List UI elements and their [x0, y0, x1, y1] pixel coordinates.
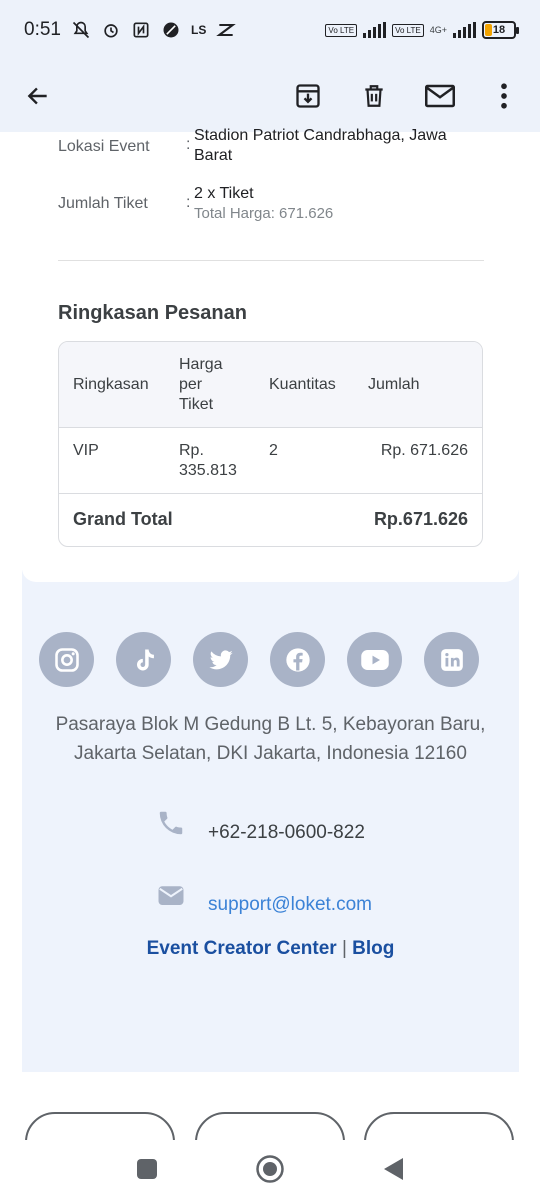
link-separator: | — [341, 938, 347, 959]
grand-total-row: Grand Total Rp.671.626 — [59, 494, 482, 546]
summary-title: Ringkasan Pesanan — [58, 302, 247, 324]
location-label: Lokasi Event — [58, 138, 150, 155]
email-footer: Pasaraya Blok M Gedung B Lt. 5, Kebayora… — [22, 570, 519, 1072]
tickets-label: Jumlah Tiket — [58, 195, 148, 212]
trash-icon — [365, 85, 383, 107]
twitter-link[interactable] — [193, 632, 248, 687]
alarm-icon — [104, 24, 118, 38]
tickets-value-group: 2 x Tiket Total Harga: 671.626 — [194, 184, 474, 224]
tickets-row: Jumlah Tiket : 2 x Tiket Total Harga: 67… — [58, 184, 474, 224]
tiktok-icon — [136, 649, 154, 670]
signal-icon-2 — [453, 22, 476, 38]
blog-link[interactable]: Blog — [352, 938, 394, 959]
envelope-icon — [158, 886, 184, 905]
phone-row: +62-218-0600-822 — [156, 802, 365, 844]
reply-pill[interactable] — [25, 1112, 175, 1142]
colon: : — [186, 136, 191, 153]
row-qty: 2 — [269, 442, 278, 459]
grand-total-value: Rp.671.626 — [373, 509, 468, 529]
footer-links: Event Creator Center | Blog — [22, 938, 519, 960]
header-kuantitas: Kuantitas — [269, 376, 336, 393]
more-vert-icon — [501, 83, 507, 109]
home-circle-icon — [256, 1155, 284, 1183]
tickets-value: 2 x Tiket — [194, 185, 254, 202]
more-button[interactable] — [482, 74, 526, 118]
volte-badge-1: Vo LTE — [325, 23, 358, 37]
mail-icon — [425, 84, 455, 108]
row-name: VIP — [73, 442, 99, 459]
header-jumlah: Jumlah — [368, 376, 420, 393]
nfc-icon — [133, 22, 149, 38]
instagram-icon — [54, 647, 79, 672]
mute-icon — [72, 21, 90, 39]
status-time: 0:51 — [24, 19, 61, 40]
reply-all-pill[interactable] — [195, 1112, 345, 1142]
youtube-link[interactable] — [347, 632, 402, 687]
back-nav-button[interactable] — [378, 1154, 408, 1184]
back-button[interactable] — [16, 74, 60, 118]
location-value: Stadion Patriot Candrabhaga, Jawa Barat — [194, 127, 447, 164]
grand-total-label: Grand Total — [73, 509, 173, 529]
mail-toolbar — [0, 60, 540, 132]
archive-button[interactable] — [286, 74, 330, 118]
back-triangle-icon — [384, 1158, 403, 1180]
ls-icon: LS — [190, 23, 207, 37]
youtube-icon — [360, 649, 389, 670]
social-links — [39, 632, 479, 687]
linkedin-icon — [440, 648, 463, 671]
email-row: support@loket.com — [156, 874, 372, 916]
address-line-2: Jakarta Selatan, DKI Jakarta, Indonesia … — [74, 743, 467, 764]
support-email-link[interactable]: support@loket.com — [208, 894, 372, 916]
status-bar: 0:51 LS Vo LTE Vo LTE 4G+ 18 — [0, 0, 540, 60]
forward-pill[interactable] — [364, 1112, 514, 1142]
square-icon — [137, 1159, 157, 1179]
address-line-1: Pasaraya Blok M Gedung B Lt. 5, Kebayora… — [55, 714, 486, 735]
row-amount: Rp. 671.626 — [380, 442, 468, 459]
colon: : — [186, 194, 191, 211]
status-left-icons: LS — [71, 20, 237, 40]
linkedin-link[interactable] — [424, 632, 479, 687]
battery-icon: 18 — [482, 21, 519, 39]
table-header: Ringkasan Harga per Tiket Kuantitas Juml… — [59, 342, 482, 428]
status-right-icons: Vo LTE Vo LTE 4G+ 18 — [325, 21, 519, 39]
archive-icon — [296, 84, 320, 108]
header-harga: Harga per Tiket — [179, 356, 223, 413]
dnd-icon — [163, 22, 179, 38]
app-icon — [216, 23, 237, 37]
location-row: Lokasi Event : Stadion Patriot Candrabha… — [58, 126, 474, 166]
tiktok-link[interactable] — [116, 632, 171, 687]
company-address: Pasaraya Blok M Gedung B Lt. 5, Kebayora… — [22, 710, 519, 768]
facebook-link[interactable] — [270, 632, 325, 687]
back-arrow-icon — [27, 87, 47, 105]
summary-table: Ringkasan Harga per Tiket Kuantitas Juml… — [58, 341, 483, 547]
event-creator-link[interactable]: Event Creator Center — [147, 938, 337, 959]
phone-icon — [159, 811, 183, 835]
instagram-link[interactable] — [39, 632, 94, 687]
home-button[interactable] — [255, 1154, 285, 1184]
header-ringkasan: Ringkasan — [73, 376, 149, 393]
phone-number[interactable]: +62-218-0600-822 — [208, 822, 365, 844]
mark-unread-button[interactable] — [418, 74, 462, 118]
volte-badge-2: Vo LTE — [392, 23, 424, 37]
delete-button[interactable] — [352, 74, 396, 118]
twitter-icon — [208, 649, 233, 669]
tickets-total: Total Harga: 671.626 — [194, 205, 334, 222]
table-row: VIP Rp. 335.813 2 Rp. 671.626 — [59, 428, 482, 494]
signal-icon-1 — [363, 22, 387, 38]
network-type: 4G+ — [429, 25, 447, 35]
reply-actions-partial — [0, 1112, 540, 1142]
battery-level: 18 — [492, 24, 506, 36]
recents-button[interactable] — [132, 1154, 162, 1184]
divider — [58, 260, 484, 261]
facebook-icon — [285, 647, 310, 672]
content-card-bottom — [22, 560, 519, 582]
row-price: Rp. 335.813 — [179, 442, 237, 479]
system-nav-bar — [0, 1140, 540, 1200]
